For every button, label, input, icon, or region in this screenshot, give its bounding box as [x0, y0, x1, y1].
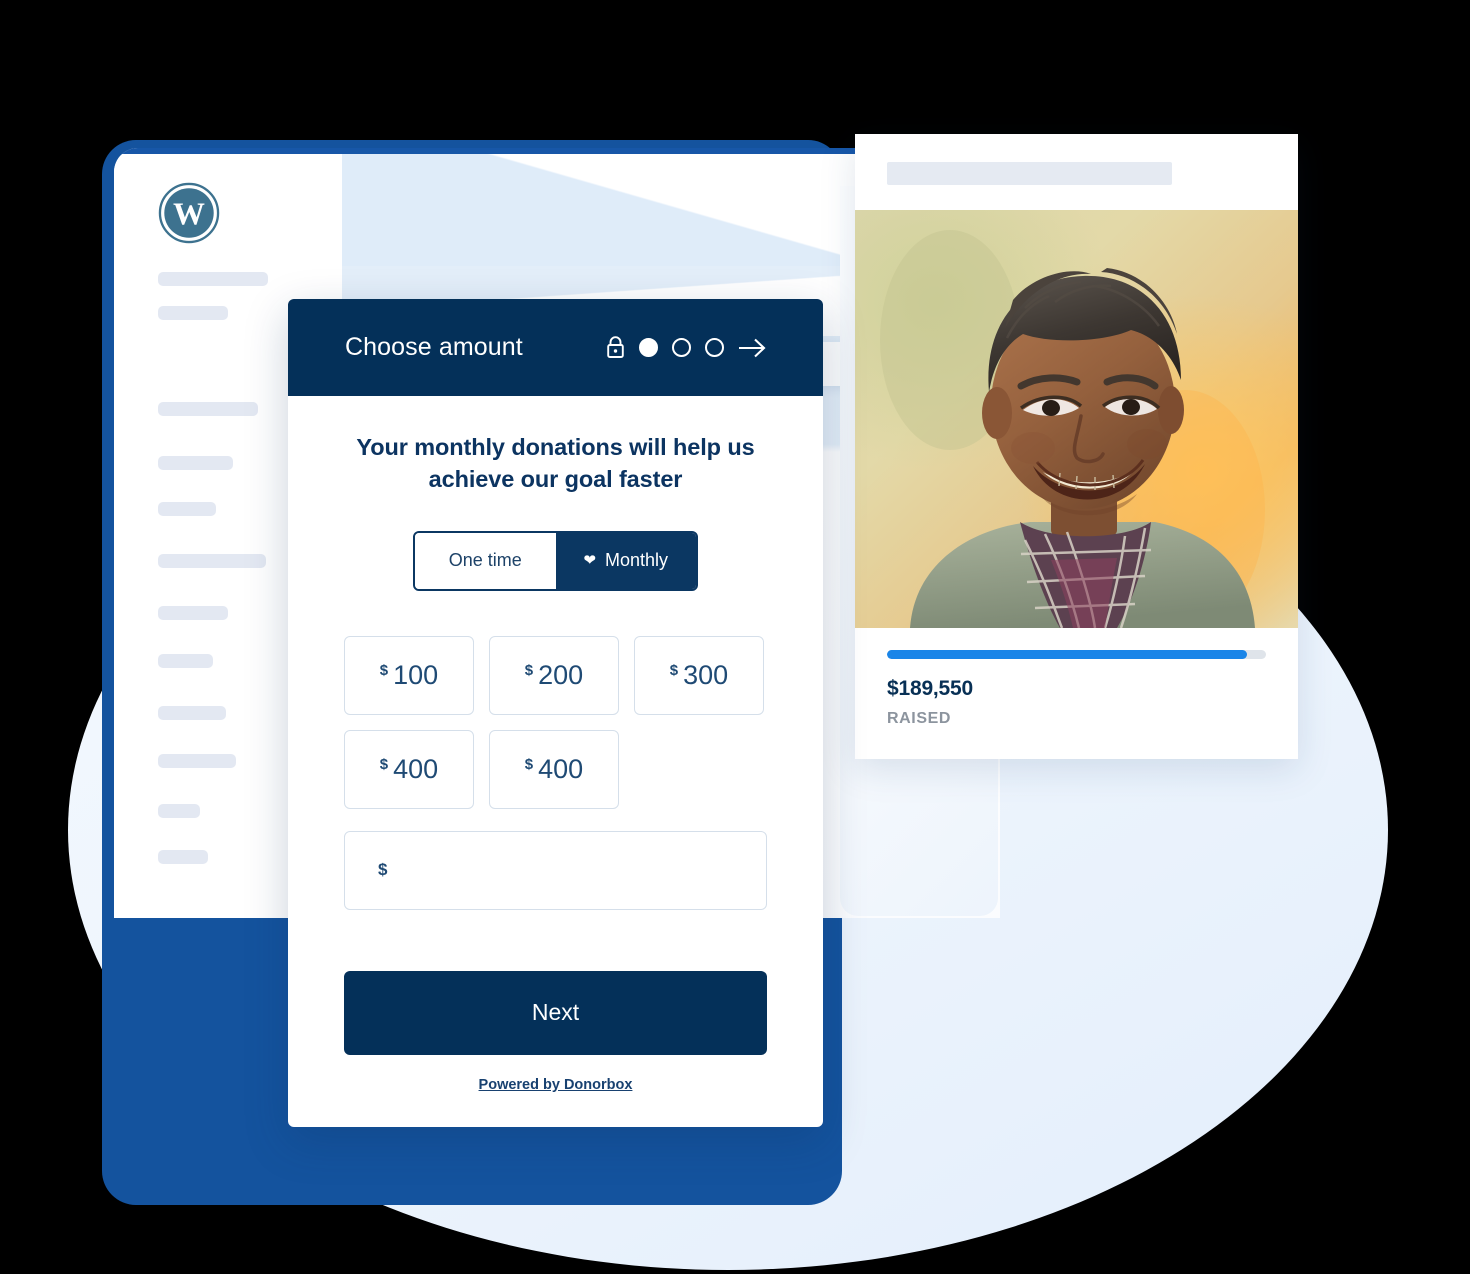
wordpress-logo-icon: W: [158, 182, 220, 244]
sidebar-item-placeholder[interactable]: [158, 754, 236, 768]
amount-label: $100: [379, 659, 439, 690]
amount-label: $300: [669, 659, 729, 690]
sidebar-item-placeholder[interactable]: [158, 804, 200, 818]
sidebar-item-placeholder[interactable]: [158, 456, 233, 470]
step-dot-2[interactable]: [672, 338, 691, 357]
fundraising-progress-bar: [887, 650, 1266, 659]
monthly-label: Monthly: [605, 550, 669, 571]
amount-value: 100: [393, 659, 439, 690]
sidebar-item-placeholder[interactable]: [158, 306, 228, 320]
progress-bar-fill: [887, 650, 1248, 659]
currency-symbol: $: [379, 661, 389, 679]
sidebar-item-placeholder[interactable]: [158, 502, 216, 516]
donation-form: Choose amount Your monthly donations wil…: [288, 299, 823, 1127]
sidebar-item-placeholder[interactable]: [158, 402, 258, 416]
campaign-photo: [855, 210, 1298, 628]
amount-value: 300: [683, 659, 729, 690]
arrow-right-icon[interactable]: [738, 337, 767, 359]
step-indicator: [606, 336, 767, 359]
raised-amount: $189,550: [887, 677, 973, 700]
amount-option-300-2[interactable]: $300: [634, 635, 764, 715]
amount-label: $400: [524, 753, 584, 784]
sidebar-item-placeholder[interactable]: [158, 850, 208, 864]
lock-icon: [607, 336, 624, 358]
raised-label: RAISED: [887, 710, 952, 727]
currency-symbol: $: [379, 755, 389, 773]
sidebar-item-placeholder[interactable]: [158, 654, 213, 668]
sidebar-item-placeholder[interactable]: [158, 706, 226, 720]
currency-symbol: $: [669, 661, 679, 679]
amount-option-400-3[interactable]: $400: [344, 729, 474, 809]
sidebar-item-placeholder[interactable]: [158, 272, 268, 286]
powered-by-donorbox-link[interactable]: Powered by Donorbox: [344, 1077, 767, 1093]
amount-option-200-1[interactable]: $200: [489, 635, 619, 715]
sidebar-item-placeholder[interactable]: [158, 554, 266, 568]
one-time-option[interactable]: One time: [415, 532, 556, 589]
svg-text:W: W: [173, 197, 205, 232]
frequency-toggle[interactable]: One time ❤ Monthly: [413, 530, 698, 591]
campaign-card: $189,550 RAISED: [855, 134, 1298, 759]
campaign-card-header: [855, 134, 1298, 210]
custom-amount-input[interactable]: $: [344, 830, 767, 910]
amount-label: $400: [379, 753, 439, 784]
amount-value: 400: [538, 753, 584, 784]
amount-label: $200: [524, 659, 584, 690]
donation-form-header: Choose amount: [288, 299, 823, 396]
step-dot-3[interactable]: [705, 338, 724, 357]
step-dot-1[interactable]: [639, 338, 658, 357]
one-time-label: One time: [448, 550, 522, 571]
sidebar-item-placeholder[interactable]: [158, 606, 228, 620]
screenshot-root: W $189,550 RAISED Choose amount Your mon…: [0, 0, 1470, 1274]
monthly-option[interactable]: ❤ Monthly: [555, 532, 696, 589]
amount-option-400-4[interactable]: $400: [489, 729, 619, 809]
campaign-title-placeholder: [887, 162, 1172, 185]
campaign-card-footer: $189,550 RAISED: [855, 628, 1298, 728]
amount-value: 400: [393, 753, 439, 784]
amount-button-grid[interactable]: $100 $200 $300 $400 $400: [344, 635, 767, 809]
amount-value: 200: [538, 659, 584, 690]
donation-heading: Your monthly donations will help us achi…: [356, 434, 755, 492]
currency-symbol: $: [524, 755, 534, 773]
custom-amount-currency: $: [378, 860, 388, 880]
heart-icon: ❤: [583, 552, 597, 570]
amount-option-100-0[interactable]: $100: [344, 635, 474, 715]
form-step-title: Choose amount: [345, 333, 523, 361]
next-button[interactable]: Next: [344, 970, 767, 1055]
donation-form-body: Your monthly donations will help us achi…: [288, 396, 823, 1093]
currency-symbol: $: [524, 661, 534, 679]
